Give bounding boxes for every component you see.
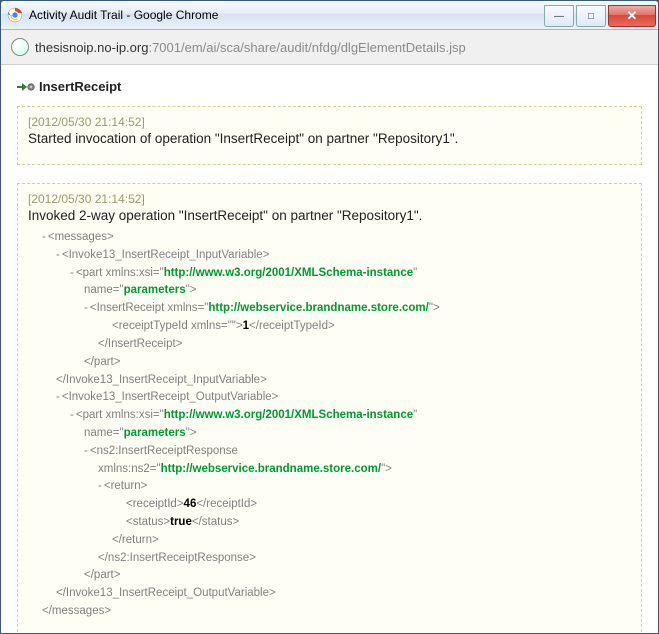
url-path: :7001/em/ai/sca/share/audit/nfdg/dlgElem… [148, 40, 465, 55]
url-text: thesisnoip.no-ip.org:7001/em/ai/sca/shar… [35, 40, 466, 55]
xml-tag: Invoke13_InsertReceipt_InputVariable [69, 249, 263, 261]
xml-tag: return [111, 480, 141, 492]
xml-attr: xmlns [168, 302, 198, 314]
xml-attr-value: http://www.w3.org/2001/XMLSchema-instanc… [164, 267, 413, 279]
event-message: Started invocation of operation "InsertR… [28, 131, 631, 146]
chrome-icon [7, 7, 23, 23]
xml-attr: xmlns:ns2 [98, 463, 150, 475]
activity-title: InsertReceipt [39, 79, 121, 94]
xml-tag: status [202, 516, 233, 528]
url-host: thesisnoip.no-ip.org [35, 40, 148, 55]
xml-tag: messages [52, 605, 104, 617]
event-panel-started: [2012/05/30 21:14:52] Started invocation… [17, 106, 642, 165]
activity-header: InsertReceipt [17, 79, 642, 94]
xml-attr-value: parameters [124, 284, 186, 296]
address-bar[interactable]: thesisnoip.no-ip.org:7001/em/ai/sca/shar… [1, 30, 658, 65]
xml-tag: part [83, 409, 103, 421]
xml-attr: xmlns:xsi [106, 267, 153, 279]
xml-text: true [170, 516, 192, 528]
event-timestamp: [2012/05/30 21:14:52] [28, 115, 631, 129]
xml-tag: part [94, 569, 114, 581]
xml-tag: ns2:InsertReceiptResponse [108, 552, 249, 564]
xml-tag: receiptId [133, 498, 177, 510]
event-timestamp: [2012/05/30 21:14:52] [28, 192, 631, 206]
event-panel-invoked: [2012/05/30 21:14:52] Invoked 2-way oper… [17, 183, 642, 633]
xml-tag: messages [55, 231, 107, 243]
xml-tag: part [94, 356, 114, 368]
invoke-icon [17, 80, 35, 94]
xml-tag: ns2:InsertReceiptResponse [97, 445, 238, 457]
xml-attr-value: http://webservice.brandname.store.com/ [208, 302, 428, 314]
xml-tag: Invoke13_InsertReceipt_OutputVariable [66, 587, 269, 599]
xml-attr: name [84, 427, 113, 439]
xml-tag: InsertReceipt [108, 338, 176, 350]
xml-tag: InsertReceipt [97, 302, 165, 314]
xml-tag: receiptTypeId [119, 320, 188, 332]
xml-attr-value: parameters [124, 427, 186, 439]
maximize-button[interactable]: □ [576, 5, 606, 27]
xml-payload: -<messages> -<Invoke13_InsertReceipt_Inp… [28, 229, 631, 621]
xml-tag: receiptTypeId [259, 320, 328, 332]
minimize-button[interactable]: — [544, 5, 574, 27]
xml-tag: Invoke13_InsertReceipt_InputVariable [66, 374, 260, 386]
xml-text: 46 [184, 498, 197, 510]
page-content[interactable]: InsertReceipt [2012/05/30 21:14:52] Star… [1, 65, 658, 633]
xml-attr: xmlns:xsi [106, 409, 153, 421]
close-button[interactable]: ✕ [608, 5, 656, 27]
xml-tag: Invoke13_InsertReceipt_OutputVariable [69, 391, 272, 403]
xml-tag: receiptId [206, 498, 250, 510]
globe-icon [11, 38, 29, 56]
xml-tag: part [83, 267, 103, 279]
window-controls: — □ ✕ [542, 5, 656, 25]
xml-attr-value: http://www.w3.org/2001/XMLSchema-instanc… [164, 409, 413, 421]
xml-attr-value: http://webservice.brandname.store.com/ [161, 463, 381, 475]
window-title: Activity Audit Trail - Google Chrome [29, 8, 542, 22]
xml-tag: return [122, 534, 152, 546]
event-message: Invoked 2-way operation "InsertReceipt" … [28, 208, 631, 223]
window-titlebar[interactable]: Activity Audit Trail - Google Chrome — □… [1, 1, 658, 30]
chrome-window: Activity Audit Trail - Google Chrome — □… [0, 0, 659, 634]
xml-attr: name [84, 284, 113, 296]
xml-attr: xmlns [191, 320, 221, 332]
xml-tag: status [133, 516, 164, 528]
